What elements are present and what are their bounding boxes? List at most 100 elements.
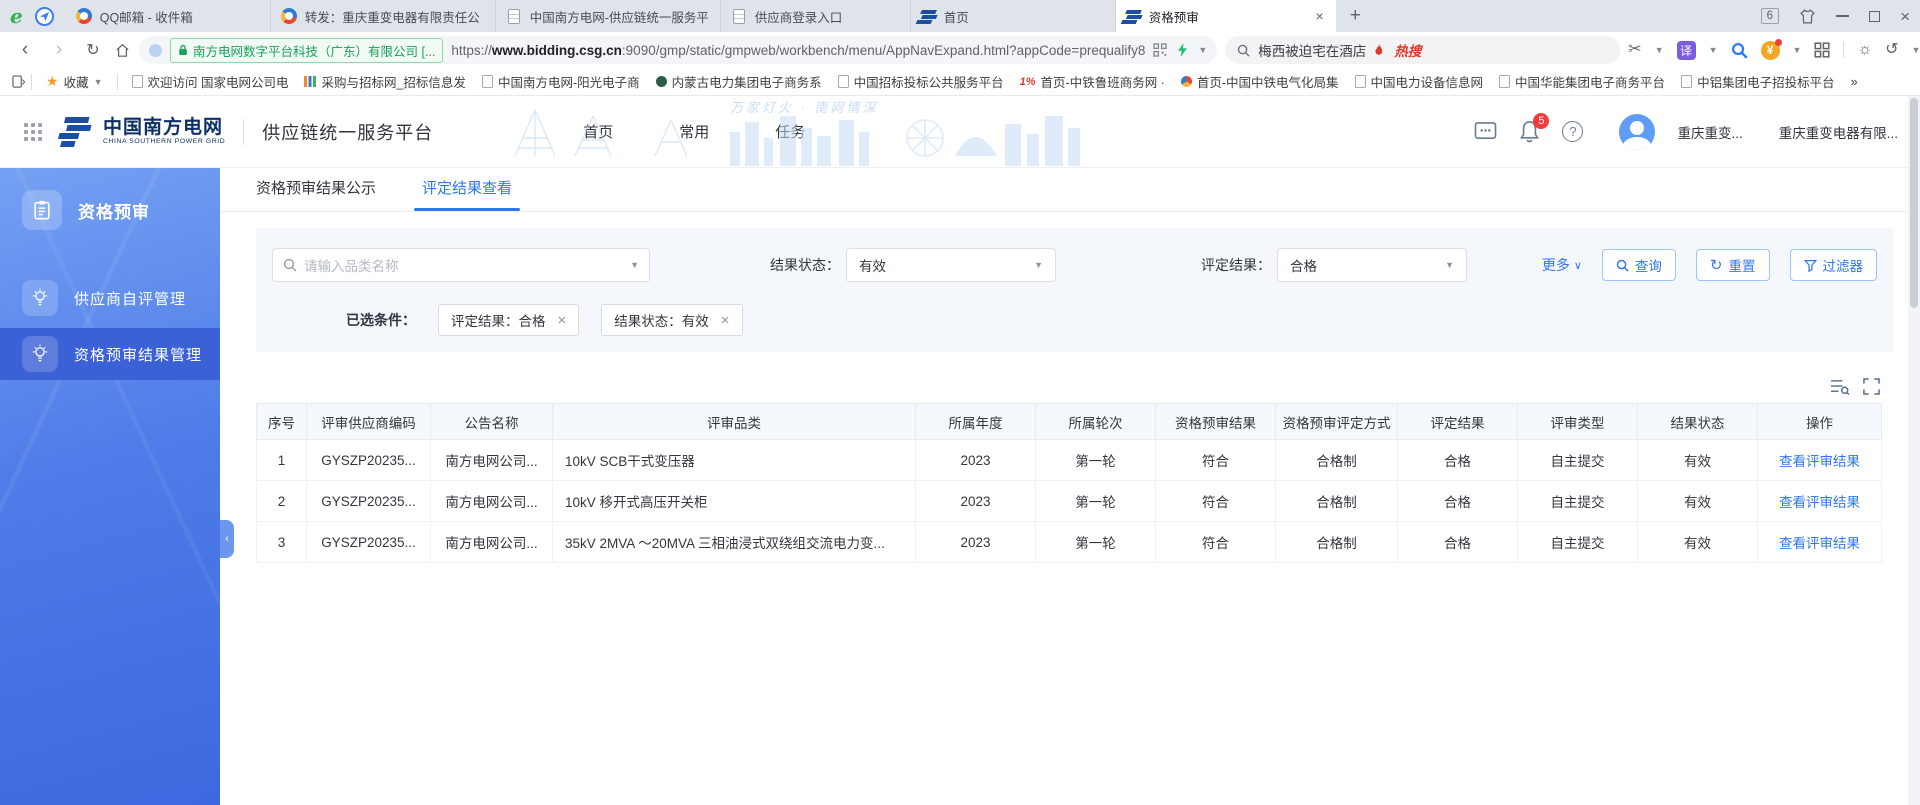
browser-tab[interactable]: QQ邮箱 - 收件箱 <box>66 0 271 32</box>
favorites-button[interactable]: ★收藏▼ <box>38 72 111 91</box>
search-icon <box>1237 44 1250 57</box>
translate-icon[interactable]: 译 <box>1677 41 1696 60</box>
restore-button[interactable] <box>1869 11 1880 22</box>
speed-mode-icon[interactable] <box>35 7 54 26</box>
bookmark-label: 欢迎访问 国家电网公司电 <box>148 72 289 91</box>
sidebar-item-资格预审结果管理[interactable]: 资格预审结果管理 <box>0 328 220 380</box>
hot-search-text[interactable]: 梅西被迫宅在酒店 <box>1258 40 1366 60</box>
home-button[interactable] <box>114 42 131 59</box>
header-nav-常用[interactable]: 常用 <box>679 121 709 142</box>
view-review-result-link[interactable]: 查看评审结果 <box>1779 495 1860 510</box>
bookmark-item[interactable]: 欢迎访问 国家电网公司电 <box>124 72 297 91</box>
minimize-button[interactable] <box>1836 15 1849 17</box>
bookmark-item[interactable]: 首页-中国中铁电气化局集 <box>1173 72 1347 91</box>
page-tab-评定结果查看[interactable]: 评定结果查看 <box>422 177 512 211</box>
hot-badge[interactable]: 热搜 <box>1394 40 1421 60</box>
bookmark-sidebar-icon[interactable] <box>12 75 25 89</box>
bookmark-label: 采购与招标网_招标信息发 <box>321 72 465 91</box>
bookmark-item[interactable]: 1%首页-中铁鲁班商务网 · <box>1012 72 1173 91</box>
recently-closed-icon[interactable]: ↺ <box>1885 42 1898 58</box>
help-icon[interactable]: ? <box>1562 121 1583 142</box>
bookmark-item[interactable]: 采购与招标网_招标信息发 <box>296 72 473 91</box>
browser-tab[interactable]: 中国南方电网-供应链统一服务平 <box>496 0 721 32</box>
history-dropdown-icon[interactable]: ▼ <box>1912 45 1920 55</box>
bookmark-item[interactable]: 中国华能集团电子商务平台 <box>1491 72 1673 91</box>
bookmark-item[interactable]: 内蒙古电力集团电子商务系 <box>648 72 830 91</box>
close-tab-icon[interactable]: × <box>1314 8 1326 24</box>
view-review-result-link[interactable]: 查看评审结果 <box>1779 536 1860 551</box>
url-field[interactable]: 南方电网数字平台科技（广东）有限公司 [... https://www.bidd… <box>139 36 1217 64</box>
chip-remove-icon[interactable]: × <box>558 312 567 329</box>
scrollbar-thumb[interactable] <box>1910 98 1918 308</box>
close-window-button[interactable]: × <box>1900 8 1910 25</box>
bookmark-favicon-dark <box>656 76 667 87</box>
apps-grid-icon[interactable] <box>1814 42 1830 58</box>
user-short-name[interactable]: 重庆重变... <box>1677 122 1742 142</box>
query-button[interactable]: 查询 <box>1602 249 1676 281</box>
qr-code-icon[interactable] <box>1153 43 1167 57</box>
status-select[interactable]: 有效▼ <box>846 248 1056 282</box>
filter-button[interactable]: 过滤器 <box>1790 249 1878 281</box>
browser-scrollbar[interactable] <box>1908 96 1920 805</box>
reset-button[interactable]: ↻ 重置 <box>1696 249 1770 281</box>
more-filters-link[interactable]: 更多∨ <box>1542 255 1582 275</box>
reader-mode-icon[interactable] <box>149 44 162 57</box>
notifications-bell-icon[interactable]: 5 <box>1519 120 1540 143</box>
url-text[interactable]: https://www.bidding.csg.cn:9090/gmp/stat… <box>451 43 1145 58</box>
wallet-icon[interactable]: ¥ <box>1761 41 1780 60</box>
find-in-page-icon[interactable] <box>1731 42 1748 59</box>
flash-lightning-icon[interactable] <box>1177 43 1188 57</box>
column-header: 公告名称 <box>431 404 553 440</box>
back-button[interactable]: ‹ <box>12 39 38 61</box>
user-avatar[interactable] <box>1619 114 1655 150</box>
screenshot-dropdown-icon[interactable]: ▼ <box>1655 45 1664 55</box>
translate-dropdown-icon[interactable]: ▼ <box>1709 45 1718 55</box>
header-nav-任务[interactable]: 任务 <box>775 121 805 142</box>
qqmail-favicon <box>281 8 297 24</box>
reset-icon: ↻ <box>1710 258 1723 273</box>
tab-title: 首页 <box>944 7 969 26</box>
browser-tab[interactable]: 首页 <box>911 0 1116 32</box>
browser-tab[interactable]: 转发：重庆重变电器有限责任公 <box>271 0 496 32</box>
app-launcher-icon[interactable] <box>24 130 28 134</box>
logo-title: 中国南方电网 <box>103 118 225 139</box>
sidebar-item-资格预审[interactable]: 资格预审 <box>0 186 220 234</box>
url-dropdown-icon[interactable]: ▼ <box>1198 45 1207 55</box>
wallet-dropdown-icon[interactable]: ▼ <box>1793 45 1802 55</box>
skin-theme-icon[interactable] <box>1799 8 1816 25</box>
column-header: 所属轮次 <box>1036 404 1156 440</box>
sidebar-item-供应商自评管理[interactable]: 供应商自评管理 <box>0 274 220 322</box>
view-review-result-link[interactable]: 查看评审结果 <box>1779 454 1860 469</box>
browser-search-box[interactable]: 梅西被迫宅在酒店 热搜 <box>1225 36 1620 64</box>
new-tab-button[interactable]: + <box>1336 5 1375 27</box>
user-company-name[interactable]: 重庆重变电器有限... <box>1779 122 1898 142</box>
refresh-button[interactable]: ↻ <box>80 40 106 60</box>
browser-logo-icon[interactable]: e <box>10 6 23 26</box>
logo-subtitle: CHINA SOUTHERN POWER GRID <box>103 138 225 145</box>
forward-button[interactable]: › <box>46 39 72 61</box>
tab-count-badge[interactable]: 6 <box>1761 8 1779 24</box>
bookmark-item[interactable]: 中国招标投标公共服务平台 <box>830 72 1012 91</box>
fullscreen-expand-icon[interactable] <box>1863 378 1880 395</box>
chip-remove-icon[interactable]: × <box>721 312 730 329</box>
certificate-pill[interactable]: 南方电网数字平台科技（广东）有限公司 [... <box>170 38 443 63</box>
page-tab-资格预审结果公示[interactable]: 资格预审结果公示 <box>256 177 376 211</box>
browser-tab[interactable]: 资格预审× <box>1116 0 1336 32</box>
category-search-input[interactable]: 请输入品类名称 ▼ <box>272 248 650 282</box>
screenshot-scissors-icon[interactable]: ✂ <box>1628 42 1641 58</box>
browser-tab[interactable]: 供应商登录入口 <box>721 0 911 32</box>
result-select[interactable]: 合格▼ <box>1277 248 1467 282</box>
bookmark-item[interactable]: 中国南方电网-阳光电子商 <box>474 72 648 91</box>
bookmark-item[interactable]: » <box>1843 75 1866 89</box>
night-mode-sun-icon[interactable]: ☼ <box>1857 42 1872 58</box>
tab-title: QQ邮箱 - 收件箱 <box>100 7 193 26</box>
csg-favicon <box>920 10 937 14</box>
table-cell: 符合 <box>1156 481 1276 522</box>
status-filter-label: 结果状态： <box>770 255 840 275</box>
sidebar-collapse-handle[interactable]: ‹ <box>220 520 234 558</box>
bookmark-item[interactable]: 中铝集团电子招投标平台 <box>1673 72 1843 91</box>
bookmark-item[interactable]: 中国电力设备信息网 <box>1347 72 1492 91</box>
messages-icon[interactable] <box>1474 121 1497 142</box>
header-nav-首页[interactable]: 首页 <box>583 121 613 142</box>
table-settings-icon[interactable] <box>1830 378 1849 395</box>
